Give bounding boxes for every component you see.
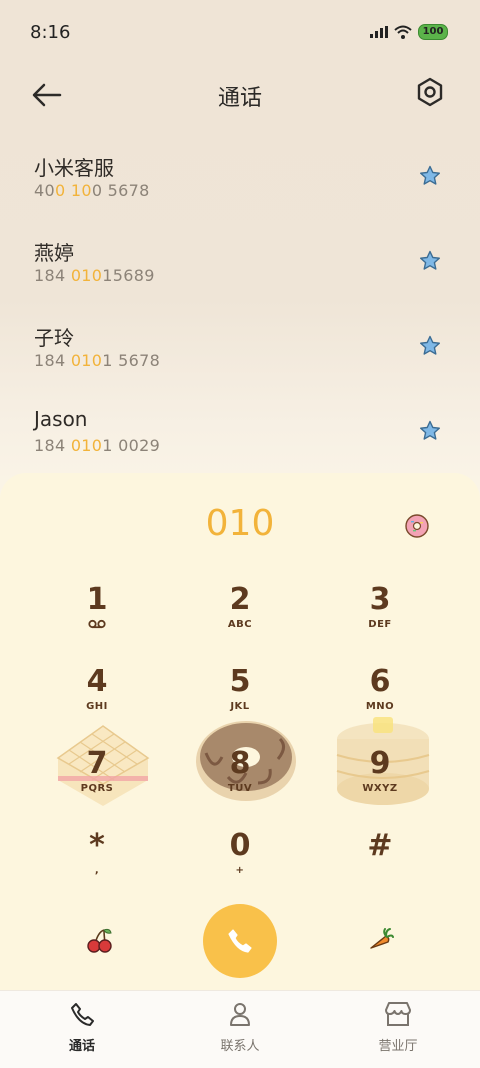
- key-star[interactable]: * ,: [22, 829, 172, 909]
- key-2[interactable]: 2 ABC: [165, 583, 315, 663]
- key-3[interactable]: 3 DEF: [305, 583, 455, 663]
- key-8[interactable]: 8 TUV: [165, 747, 315, 827]
- page-title: 通话: [217, 86, 262, 111]
- cherry-icon[interactable]: [86, 926, 114, 954]
- status-bar: 8:16 100: [0, 18, 480, 50]
- nav-tab-contacts[interactable]: 联系人: [180, 1001, 300, 1054]
- dial-actions: [0, 898, 480, 978]
- contact-name: Jason: [34, 407, 88, 431]
- contact-row[interactable]: 子玲 184 0101 5678: [0, 310, 480, 395]
- nav-label: 通话: [68, 1039, 95, 1054]
- voicemail-icon: [88, 619, 106, 629]
- key-9[interactable]: 9 WXYZ: [305, 747, 455, 827]
- contact-name: 燕婷: [34, 241, 74, 265]
- header: 通话: [0, 70, 480, 120]
- signal-icon: [370, 26, 388, 38]
- call-button[interactable]: [203, 904, 277, 978]
- store-icon: [385, 1002, 411, 1026]
- settings-button[interactable]: [414, 76, 450, 112]
- key-hash[interactable]: #: [305, 829, 455, 909]
- key-7[interactable]: 7 PQRS: [22, 747, 172, 827]
- contact-list: 小米客服 400 100 5678 燕婷 184 01015689 子玲 184…: [0, 140, 480, 480]
- nav-label: 营业厅: [378, 1039, 418, 1054]
- contact-row[interactable]: Jason 184 0101 0029: [0, 395, 480, 480]
- settings-hexagon-icon: [417, 77, 443, 107]
- contact-number: 400 100 5678: [34, 181, 150, 200]
- contact-row[interactable]: 小米客服 400 100 5678: [0, 140, 480, 225]
- key-1[interactable]: 1: [22, 583, 172, 663]
- nav-tab-store[interactable]: 营业厅: [338, 1001, 458, 1054]
- contact-name: 小米客服: [34, 156, 114, 180]
- contact-row[interactable]: 燕婷 184 01015689: [0, 225, 480, 310]
- bottom-navigation: 通话 联系人 营业厅: [0, 990, 480, 1068]
- nav-label: 联系人: [220, 1039, 260, 1054]
- star-icon[interactable]: [418, 164, 442, 188]
- contact-number: 184 0101 5678: [34, 351, 161, 370]
- star-icon[interactable]: [418, 419, 442, 443]
- donut-icon[interactable]: [404, 513, 430, 539]
- key-5[interactable]: 5 JKL: [165, 665, 315, 745]
- key-4[interactable]: 4 GHI: [22, 665, 172, 745]
- star-icon[interactable]: [418, 334, 442, 358]
- contact-name: 子玲: [34, 326, 74, 350]
- contact-number: 184 01015689: [34, 266, 155, 285]
- carrot-icon[interactable]: [366, 926, 394, 954]
- contact-number: 184 0101 0029: [34, 436, 161, 455]
- wifi-icon: [394, 25, 412, 39]
- nav-tab-calls[interactable]: 通话: [22, 1001, 142, 1054]
- key-6[interactable]: 6 MNO: [305, 665, 455, 745]
- status-time: 8:16: [30, 22, 71, 43]
- star-icon[interactable]: [418, 249, 442, 273]
- battery-icon: 100: [418, 24, 448, 40]
- phone-icon: [228, 929, 252, 953]
- person-icon: [230, 1003, 250, 1026]
- dial-panel: 010 1 2 ABC 3 DEF 4 GHI 5 JKL 6 MNO 7 PQ…: [0, 473, 480, 993]
- key-0[interactable]: 0 +: [165, 829, 315, 909]
- status-icons: 100: [370, 24, 448, 40]
- phone-icon: [71, 1003, 94, 1026]
